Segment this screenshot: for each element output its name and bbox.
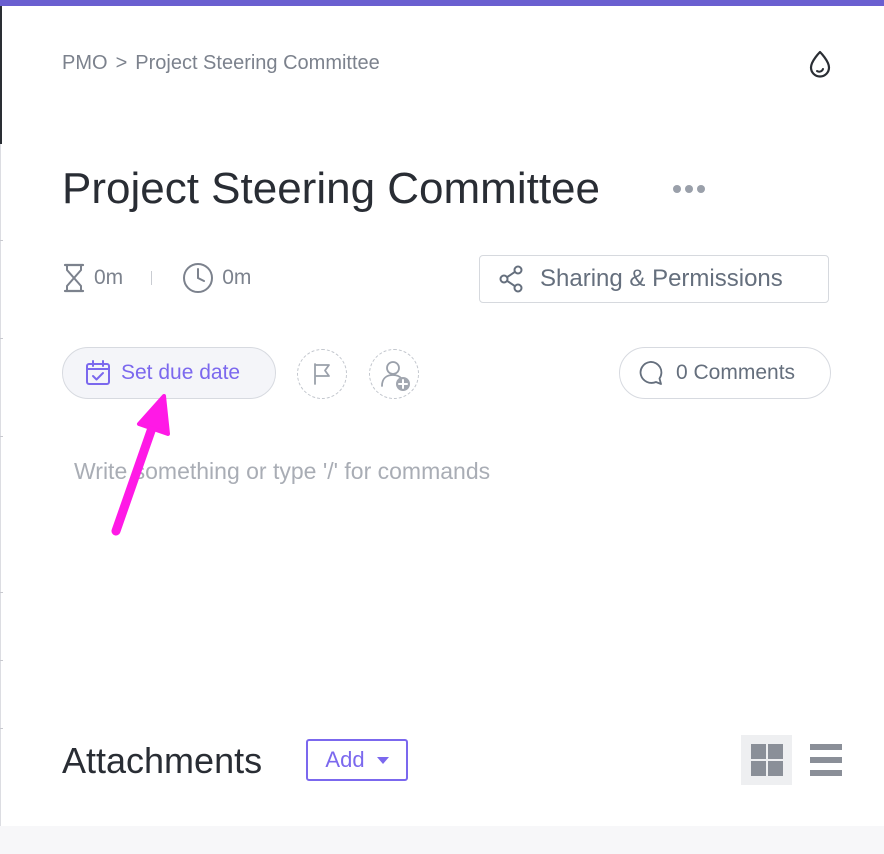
bottom-band (0, 826, 884, 854)
grid-view-icon (750, 744, 783, 776)
add-assignee-button[interactable] (369, 349, 419, 399)
annotation-arrow (111, 394, 170, 536)
set-due-date-label: Set due date (121, 361, 241, 384)
comment-icon (639, 361, 663, 385)
hourglass-icon[interactable] (62, 262, 86, 294)
comments-button[interactable]: 0 Comments (619, 347, 831, 399)
breadcrumb-current[interactable]: Project Steering Committee (135, 52, 380, 75)
breadcrumb: PMO > Project Steering Committee (62, 52, 380, 75)
left-panel-edge (0, 6, 2, 144)
sharing-permissions-button[interactable]: Sharing & Permissions (479, 255, 829, 303)
share-icon (499, 265, 523, 293)
time-divider (151, 271, 153, 285)
top-accent-bar (0, 0, 884, 6)
clock-icon[interactable] (182, 262, 214, 294)
priority-flag-button[interactable] (297, 349, 347, 399)
left-panel-tick (0, 660, 3, 661)
add-attachment-button[interactable]: Add (306, 739, 408, 781)
breadcrumb-parent[interactable]: PMO (62, 52, 108, 75)
flag-icon (314, 363, 330, 385)
add-attachment-label: Add (325, 747, 365, 772)
left-panel-border (0, 144, 1, 854)
add-assignee-icon (381, 361, 410, 391)
task-title[interactable]: Project Steering Committee (62, 164, 600, 214)
sharing-permissions-label: Sharing & Permissions (540, 265, 783, 292)
time-estimate-value[interactable]: 0m (94, 266, 123, 290)
attachments-title: Attachments (62, 740, 263, 781)
left-panel-tick (0, 436, 3, 437)
set-due-date-button[interactable]: Set due date (62, 347, 276, 399)
list-view-icon[interactable] (810, 743, 842, 777)
left-panel-tick (0, 338, 3, 339)
time-tracked-value[interactable]: 0m (222, 266, 251, 290)
caret-down-icon (376, 756, 389, 764)
time-tracking-row: 0m 0m (62, 262, 251, 294)
description-editor[interactable]: Write something or type '/' for commands (74, 458, 490, 485)
calendar-icon (86, 360, 110, 385)
water-drop-icon[interactable] (804, 48, 836, 80)
left-panel-tick (0, 240, 3, 241)
left-panel-tick (0, 728, 3, 729)
grid-view-toggle[interactable] (741, 735, 792, 785)
comments-label: 0 Comments (676, 361, 796, 384)
breadcrumb-separator: > (115, 52, 128, 74)
left-panel-tick (0, 592, 3, 593)
more-dots-icon[interactable] (668, 176, 710, 202)
